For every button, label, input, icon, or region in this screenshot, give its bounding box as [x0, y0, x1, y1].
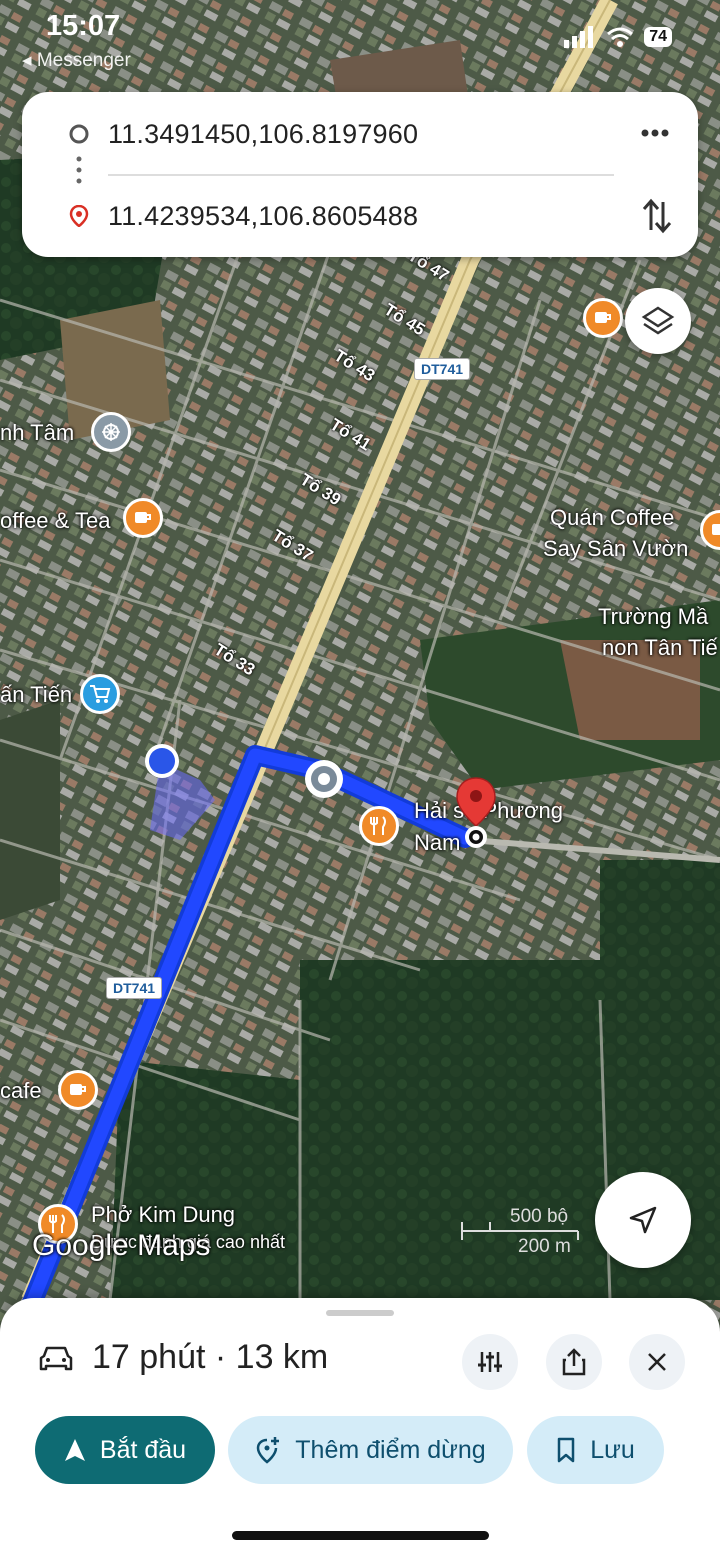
wifi-icon	[607, 27, 634, 47]
temple-wheel-icon	[102, 423, 120, 441]
origin-circle-icon	[69, 124, 89, 144]
google-maps-watermark: Google Maps	[32, 1229, 211, 1262]
home-indicator	[232, 1531, 489, 1540]
coffee-cup-icon	[70, 1084, 86, 1095]
scale-metric: 200 m	[518, 1236, 571, 1257]
bookmark-icon	[557, 1437, 575, 1463]
poi-marker[interactable]	[80, 674, 120, 714]
coffee-cup-icon	[135, 512, 151, 523]
poi-marker[interactable]	[91, 412, 131, 452]
layers-button[interactable]	[625, 288, 691, 354]
place-label[interactable]: offee & Tea	[0, 508, 111, 534]
recenter-button[interactable]	[595, 1172, 691, 1268]
share-button[interactable]	[546, 1334, 602, 1390]
route-options-button[interactable]	[462, 1334, 518, 1390]
poi-marker[interactable]	[359, 806, 399, 846]
back-to-app[interactable]: ◂ Messenger	[22, 49, 131, 72]
place-label[interactable]: Say Sân Vườn	[543, 536, 688, 562]
swap-icon[interactable]	[640, 196, 674, 236]
current-location-dot	[145, 744, 179, 778]
add-stop-label: Thêm điểm dừng	[295, 1435, 486, 1464]
poi-marker[interactable]	[58, 1070, 98, 1110]
map-scale: 500 bộ 200 m	[460, 1206, 580, 1258]
place-label[interactable]: cafe	[0, 1078, 42, 1104]
close-button[interactable]	[629, 1334, 685, 1390]
navigation-arrow-icon	[629, 1206, 657, 1234]
coffee-cup-icon	[712, 524, 720, 535]
layers-icon	[641, 306, 675, 335]
coffee-cup-icon	[595, 312, 611, 323]
place-label[interactable]: Nam	[414, 830, 460, 856]
poi-marker[interactable]	[583, 298, 623, 338]
destination-pin-icon	[69, 205, 89, 227]
place-label[interactable]: ấn Tiến	[0, 682, 72, 708]
save-button[interactable]: Lưu	[527, 1416, 664, 1484]
divider	[108, 174, 614, 176]
sliders-icon	[478, 1352, 502, 1372]
place-label[interactable]: non Tân Tiế	[602, 635, 718, 661]
destination-pin[interactable]	[455, 776, 497, 852]
navigation-arrow-icon	[64, 1439, 85, 1461]
sheet-drag-handle[interactable]	[326, 1310, 394, 1316]
battery-indicator: 74	[644, 27, 672, 47]
shopping-cart-icon	[90, 685, 111, 703]
route-summary: 17 phút · 13 km	[92, 1338, 329, 1376]
status-bar: 15:07 ◂ Messenger 74	[0, 0, 720, 80]
place-label[interactable]: Phở Kim Dung	[91, 1202, 235, 1228]
more-options-icon[interactable]	[638, 116, 672, 150]
status-time: 15:07	[46, 10, 121, 42]
road-shield: DT741	[106, 977, 163, 999]
origin-input[interactable]: 11.3491450,106.8197960	[108, 119, 418, 150]
status-icons: 74	[564, 26, 672, 48]
destination-row[interactable]: 11.4239534,106.8605488	[22, 186, 698, 246]
back-app-label: Messenger	[36, 50, 131, 71]
place-label[interactable]: nh Tâm	[0, 420, 74, 446]
share-icon	[562, 1348, 586, 1376]
signal-icon	[564, 26, 594, 48]
place-label[interactable]: Trường Mầ	[598, 604, 708, 630]
directions-bottom-sheet: 17 phút · 13 km Bắt đầu Thêm điểm dừng L…	[0, 1298, 720, 1559]
waypoint-marker[interactable]	[303, 758, 345, 800]
add-location-icon	[257, 1437, 280, 1464]
car-icon	[39, 1346, 73, 1371]
add-stop-button[interactable]: Thêm điểm dừng	[228, 1416, 513, 1484]
place-label[interactable]: Quán Coffee	[550, 505, 674, 531]
destination-input[interactable]: 11.4239534,106.8605488	[108, 201, 418, 232]
start-button[interactable]: Bắt đầu	[35, 1416, 215, 1484]
close-icon	[648, 1353, 666, 1371]
road-shield: DT741	[414, 358, 471, 380]
restaurant-icon	[370, 816, 386, 835]
route-dots-icon	[76, 156, 82, 184]
poi-marker[interactable]	[123, 498, 163, 538]
origin-row[interactable]: 11.3491450,106.8197960	[22, 104, 698, 164]
save-label: Lưu	[590, 1435, 635, 1464]
directions-card: 11.3491450,106.8197960 11.4239534,106.86…	[22, 92, 698, 257]
start-label: Bắt đầu	[99, 1435, 187, 1464]
